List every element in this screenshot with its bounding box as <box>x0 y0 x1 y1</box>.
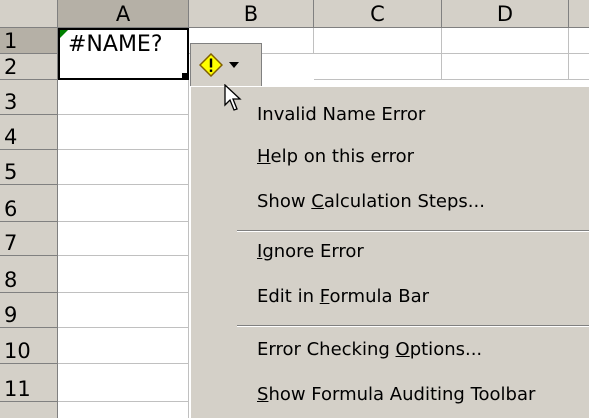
fill-handle[interactable] <box>182 73 189 80</box>
mnemonic-f: F <box>319 286 330 307</box>
warning-diamond-icon <box>199 53 223 77</box>
menu-icon-gutter <box>191 87 231 418</box>
menu-item-show-formula-auditing-toolbar[interactable]: Show Formula Auditing Toolbar <box>257 384 535 405</box>
menu-item-error-checking-options[interactable]: Error Checking Options... <box>257 339 482 360</box>
column-header-a[interactable]: A <box>58 0 189 28</box>
row-header-10[interactable]: 10 <box>0 328 58 364</box>
cell-d1[interactable] <box>442 28 569 54</box>
row-header-7[interactable]: 7 <box>0 222 58 256</box>
menu-item-label-pre: Edit in <box>257 286 320 307</box>
row-header-11[interactable]: 11 <box>0 364 58 402</box>
menu-item-label-post: ptions... <box>409 339 483 360</box>
column-header-e[interactable] <box>569 0 589 28</box>
column-header-d[interactable]: D <box>442 0 569 28</box>
cell-a3[interactable] <box>58 80 189 115</box>
menu-item-label-post: ormula Bar <box>329 286 430 307</box>
menu-separator <box>237 230 589 232</box>
row-header-6[interactable]: 6 <box>0 185 58 222</box>
row-header-2[interactable]: 2 <box>0 54 58 80</box>
mnemonic-o: O <box>395 339 410 360</box>
mnemonic-s: S <box>257 384 269 405</box>
cell-a7[interactable] <box>58 222 189 256</box>
cell-e1[interactable] <box>569 28 589 54</box>
mnemonic-c: C <box>311 191 324 212</box>
row-header-4[interactable]: 4 <box>0 115 58 150</box>
error-smart-tag-button[interactable] <box>190 43 262 87</box>
menu-item-edit-in-formula-bar[interactable]: Edit in Formula Bar <box>257 286 429 307</box>
row-header-12[interactable] <box>0 402 58 418</box>
menu-item-label-pre: Error Checking <box>257 339 396 360</box>
cell-a10[interactable] <box>58 328 189 364</box>
cell-a12[interactable] <box>58 402 189 418</box>
menu-item-label: elp on this error <box>270 146 415 167</box>
cell-a9[interactable] <box>58 293 189 328</box>
chevron-down-icon <box>229 62 239 68</box>
error-indicator-icon <box>60 30 68 38</box>
menu-item-label-post: alculation Steps... <box>323 191 485 212</box>
menu-item-label: how Formula Auditing Toolbar <box>268 384 536 405</box>
cell-c1[interactable] <box>314 28 442 54</box>
cell-c2[interactable] <box>314 54 442 80</box>
cell-a5[interactable] <box>58 150 189 185</box>
menu-separator <box>237 325 589 327</box>
cell-a6[interactable] <box>58 185 189 222</box>
row-header-5[interactable]: 5 <box>0 150 58 185</box>
menu-title-invalid-name-error: Invalid Name Error <box>257 104 426 125</box>
menu-item-help-on-error[interactable]: Help on this error <box>257 146 414 167</box>
menu-item-ignore-error[interactable]: Ignore Error <box>257 241 364 262</box>
column-header-c[interactable]: C <box>314 0 442 28</box>
cell-a8[interactable] <box>58 256 189 293</box>
cell-a4[interactable] <box>58 115 189 150</box>
row-header-3[interactable]: 3 <box>0 80 58 115</box>
active-cell-a1[interactable]: #NAME? <box>58 28 189 80</box>
cell-d2[interactable] <box>442 54 569 80</box>
error-options-menu: Invalid Name Error Help on this error Sh… <box>190 86 589 418</box>
cell-e2[interactable] <box>569 54 589 80</box>
row-header-9[interactable]: 9 <box>0 293 58 328</box>
column-header-b[interactable]: B <box>189 0 314 28</box>
row-header-8[interactable]: 8 <box>0 256 58 293</box>
menu-item-show-calculation-steps[interactable]: Show Calculation Steps... <box>257 191 485 212</box>
menu-item-label: gnore Error <box>262 241 364 262</box>
cell-value: #NAME? <box>68 32 163 57</box>
mouse-cursor-icon <box>224 83 242 117</box>
row-header-1[interactable]: 1 <box>0 28 58 54</box>
cell-a11[interactable] <box>58 364 189 402</box>
select-all-corner[interactable] <box>0 0 58 28</box>
menu-item-label-pre: Show <box>257 191 312 212</box>
mnemonic-h: H <box>257 146 271 167</box>
